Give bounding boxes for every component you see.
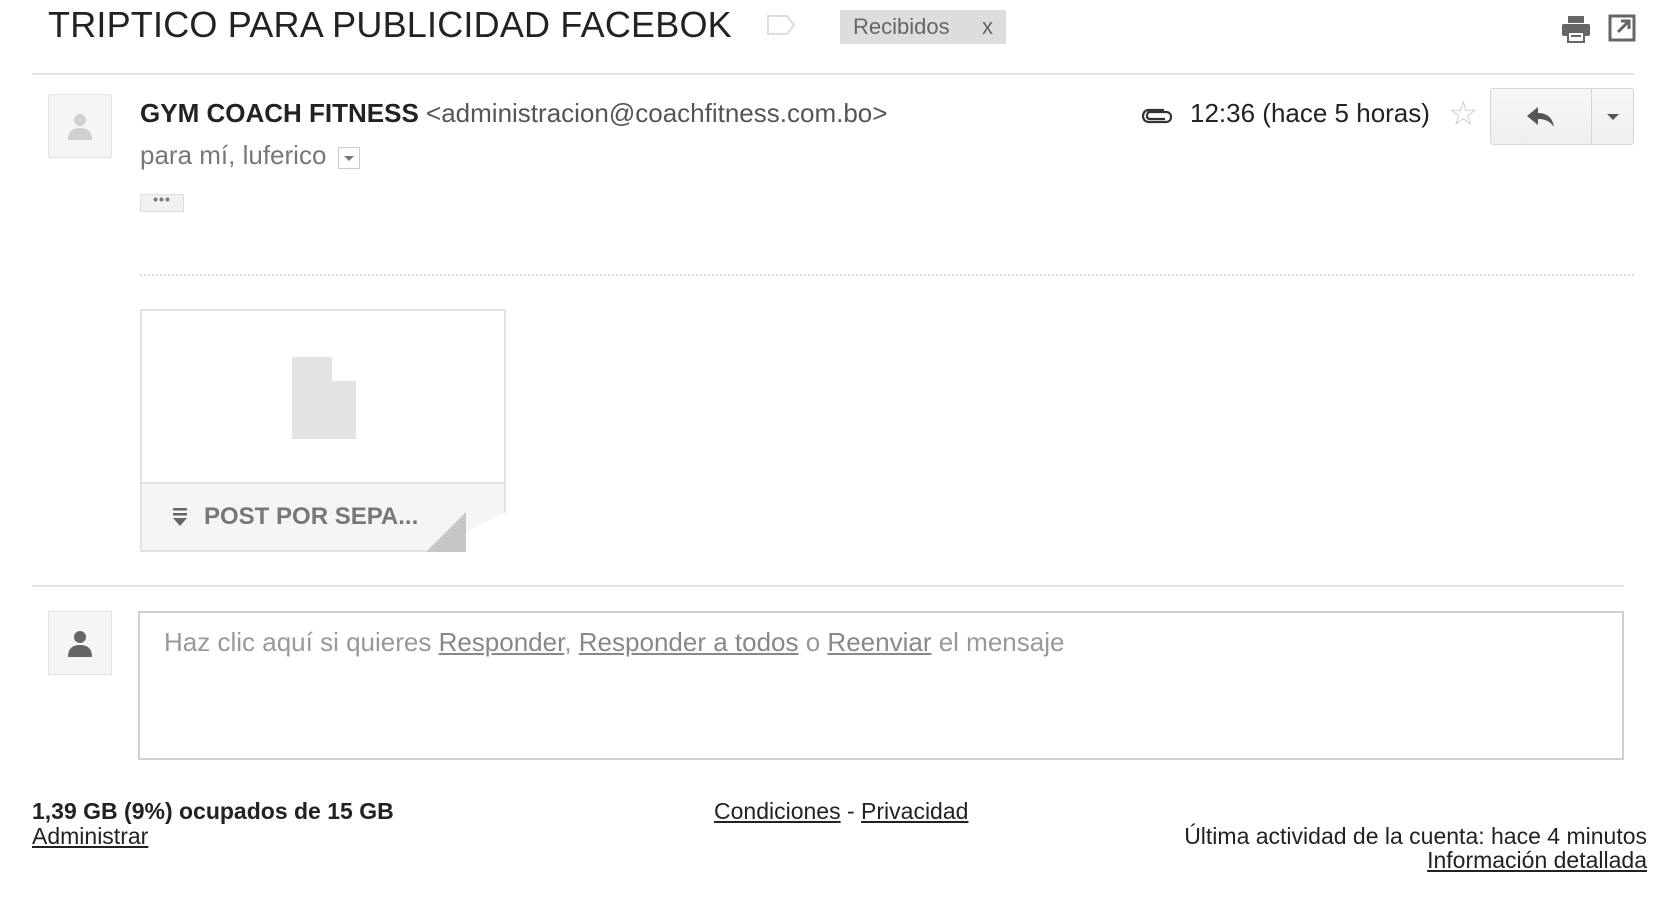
printer-icon[interactable] — [1560, 14, 1592, 44]
reply-prompt-suffix: el mensaje — [931, 627, 1065, 657]
user-avatar — [48, 611, 112, 675]
person-silhouette-icon — [68, 631, 92, 657]
header-divider — [32, 73, 1634, 75]
reply-prompt-sep2: o — [798, 627, 828, 657]
reply-all-link[interactable]: Responder a todos — [579, 627, 799, 657]
privacy-link[interactable]: Privacidad — [861, 798, 968, 824]
message-body-divider — [140, 274, 1634, 276]
label-outline-icon[interactable] — [766, 14, 796, 36]
sender-name: GYM COACH FITNESS — [140, 98, 419, 128]
sender-avatar — [48, 94, 112, 158]
open-in-new-window-icon[interactable] — [1608, 14, 1636, 42]
reply-link[interactable]: Responder — [439, 627, 565, 657]
activity-details-link[interactable]: Información detallada — [1427, 847, 1647, 874]
email-subject: TRIPTICO PARA PUBLICIDAD FACEBOK — [48, 4, 732, 45]
more-actions-button[interactable] — [1592, 89, 1633, 144]
label-chip-text: Recibidos — [853, 14, 950, 39]
label-chip-inbox[interactable]: Recibidos x — [840, 10, 1006, 44]
paperclip-icon — [1141, 108, 1173, 124]
download-icon[interactable] — [172, 506, 188, 528]
recipients-text: para mí, luferico — [140, 140, 327, 170]
reply-prompt-sep1: , — [564, 627, 579, 657]
reply-arrow-icon — [1527, 106, 1554, 127]
reply-button[interactable] — [1491, 89, 1592, 144]
document-icon — [292, 357, 356, 439]
star-outline-icon[interactable]: ☆ — [1448, 97, 1478, 131]
manage-storage-link[interactable]: Administrar — [32, 823, 148, 850]
attachment-corner-shadow — [426, 512, 466, 552]
storage-usage: 1,39 GB (9%) ocupados de 15 GB — [32, 798, 394, 824]
attachment-name: POST POR SEPA... — [204, 503, 419, 530]
reply-button-group — [1490, 88, 1634, 145]
person-silhouette-icon — [68, 114, 92, 140]
legal-separator: - — [840, 798, 862, 824]
reply-box[interactable]: Haz clic aquí si quieres Responder, Resp… — [138, 611, 1624, 760]
message-time: 12:36 (hace 5 horas) — [1190, 98, 1430, 128]
sender-line[interactable]: GYM COACH FITNESS <administracion@coachf… — [140, 98, 887, 129]
legal-links: Condiciones - Privacidad — [714, 798, 968, 825]
reply-section-divider — [32, 585, 1624, 587]
attachment-card[interactable]: POST POR SEPA... — [140, 309, 506, 552]
show-details-toggle[interactable] — [338, 146, 361, 169]
show-trimmed-content-button[interactable]: ••• — [140, 192, 184, 212]
reply-prompt: Haz clic aquí si quieres Responder, Resp… — [164, 627, 1064, 658]
sender-email: <administracion@coachfitness.com.bo> — [426, 98, 888, 128]
last-account-activity: Última actividad de la cuenta: hace 4 mi… — [1184, 823, 1647, 849]
remove-label-button[interactable]: x — [982, 14, 993, 40]
reply-prompt-prefix: Haz clic aquí si quieres — [164, 627, 439, 657]
forward-link[interactable]: Reenviar — [827, 627, 931, 657]
terms-link[interactable]: Condiciones — [714, 798, 841, 824]
recipients-line: para mí, luferico — [140, 140, 361, 171]
